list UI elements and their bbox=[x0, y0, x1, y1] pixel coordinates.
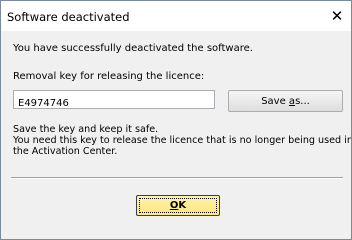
removal-key-field-frame bbox=[13, 90, 215, 112]
save-as-button[interactable]: Save as... bbox=[228, 90, 343, 112]
note-line-1: Save the key and keep it safe. bbox=[13, 124, 159, 135]
instruction-note: Save the key and keep it safe. You need … bbox=[13, 124, 352, 157]
save-as-label: Save as... bbox=[261, 95, 310, 107]
focus-rectangle bbox=[139, 198, 217, 213]
ok-button[interactable]: OK bbox=[136, 195, 220, 216]
success-message: You have successfully deactivated the so… bbox=[13, 43, 253, 54]
note-line-3: the Activation Center. bbox=[13, 146, 118, 157]
software-deactivated-dialog: Software deactivated ✕ You have successf… bbox=[0, 0, 352, 240]
dialog-title: Software deactivated bbox=[7, 10, 130, 24]
close-icon[interactable]: ✕ bbox=[327, 6, 347, 26]
removal-key-field[interactable] bbox=[14, 95, 208, 112]
removal-key-label: Removal key for releasing the licence: bbox=[13, 71, 205, 82]
note-line-2: You need this key to release the licence… bbox=[13, 135, 352, 146]
title-bar: Software deactivated ✕ bbox=[1, 1, 351, 31]
separator bbox=[11, 177, 343, 179]
